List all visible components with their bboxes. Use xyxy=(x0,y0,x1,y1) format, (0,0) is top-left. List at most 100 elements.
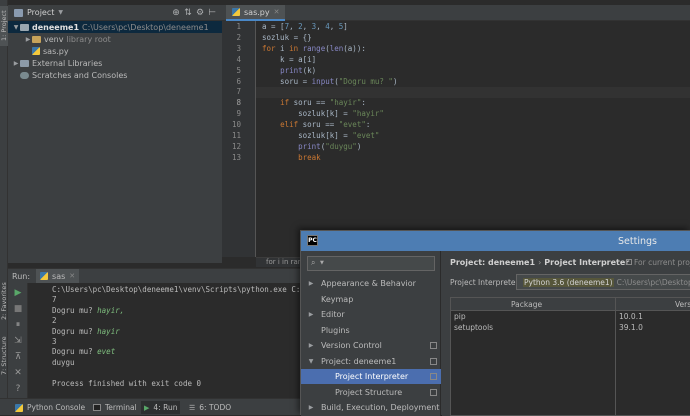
editor-tab-sas[interactable]: sas.py ✕ xyxy=(226,5,286,21)
console-line: Dogru mu? hayir xyxy=(52,327,300,337)
run-tool-label: 4: Run xyxy=(153,403,178,412)
package-table[interactable]: Package Version pip 10.0.1 setuptools 39.1.… xyxy=(450,297,690,416)
interpreter-select[interactable]: Python 3.6 (deneeme1) C:\Users\pc\Deskto… xyxy=(516,274,690,290)
chevron-down-icon: ▼ xyxy=(308,357,314,365)
package-name: pip xyxy=(454,312,466,321)
settings-nav-item[interactable]: ▶ Appearance & Behavior xyxy=(301,276,441,291)
pin-icon[interactable]: ⊼ xyxy=(12,351,24,363)
settings-nav-item[interactable]: ▶ Build, Execution, Deployment xyxy=(301,400,441,415)
line-number: 3 xyxy=(236,43,241,53)
todo-button[interactable]: ☰ 6: TODO xyxy=(186,401,234,414)
structure-tool-tab[interactable]: 7: Structure xyxy=(0,334,8,378)
run-console[interactable]: C:\Users\pc\Desktop\deneeme1\venv\Script… xyxy=(28,283,300,398)
chevron-down-icon[interactable]: ▼ xyxy=(12,24,20,31)
copy-icon xyxy=(626,259,632,265)
chevron-down-icon[interactable]: ▼ xyxy=(58,9,63,16)
code-line: elif soru == "evet": xyxy=(280,120,371,130)
settings-nav-item[interactable]: ▶ Version Control xyxy=(301,338,441,353)
console-line: duygu xyxy=(52,358,300,368)
help-icon[interactable]: ? xyxy=(12,383,24,395)
python-console-button[interactable]: Python Console xyxy=(12,401,88,414)
table-row[interactable]: setuptools 39.1.0 xyxy=(451,322,690,333)
terminal-icon xyxy=(93,404,101,411)
editor-tab-label: sas.py xyxy=(244,7,270,17)
run-tab-label: sas xyxy=(52,271,66,281)
tree-item[interactable]: sas.py xyxy=(8,45,222,57)
tree-item[interactable]: ▶ venv library root xyxy=(8,33,222,45)
code-line: k = a[i] xyxy=(262,54,317,64)
close-icon[interactable]: ✕ xyxy=(12,367,24,379)
pause-icon[interactable]: ⏸ xyxy=(12,319,24,331)
collapse-all-icon[interactable]: ⇅ xyxy=(182,7,194,19)
run-tab-sas[interactable]: sas ✕ xyxy=(36,269,80,283)
settings-nav-item[interactable]: Project Interpreter xyxy=(301,369,441,384)
console-line: Dogru mu? hayir, xyxy=(52,306,300,316)
code-editor[interactable]: a = [7, 2, 3, 4, 5] sozluk = {} for i in… xyxy=(256,21,690,257)
stop-icon[interactable]: ■ xyxy=(12,303,24,315)
target-icon[interactable]: ⊕ xyxy=(170,7,182,19)
library-icon xyxy=(20,59,29,67)
console-line: 3 xyxy=(52,337,300,347)
favorites-tool-tab[interactable]: 2: Favorites xyxy=(0,282,8,320)
run-icon: ▶ xyxy=(144,403,150,412)
code-line: sozluk[k] = "evet" xyxy=(262,131,380,140)
close-icon[interactable]: ✕ xyxy=(274,8,280,16)
copy-icon xyxy=(430,388,437,396)
line-number: 10 xyxy=(231,120,241,130)
console-output: Dogru mu? xyxy=(52,326,98,336)
tree-item[interactable]: ▼ deneeme1 C:\Users\pc\Desktop\deneeme1 xyxy=(8,21,222,33)
settings-search-input[interactable]: ⌕ ▼ xyxy=(307,256,435,271)
tree-item[interactable]: Scratches and Consoles xyxy=(8,69,222,81)
rerun-icon[interactable]: ▶ xyxy=(12,287,24,299)
chevron-right-icon[interactable]: ▶ xyxy=(24,36,32,43)
package-column-header[interactable]: Package xyxy=(511,300,542,309)
chevron-down-icon: ▼ xyxy=(320,260,324,266)
tree-item-detail: C:\Users\pc\Desktop\deneeme1 xyxy=(82,22,209,32)
settings-nav-item[interactable]: Keymap xyxy=(301,292,441,307)
chevron-right-icon: ▶ xyxy=(308,342,314,349)
close-icon[interactable]: ✕ xyxy=(69,272,75,280)
table-row[interactable]: pip 10.0.1 xyxy=(451,311,690,322)
python-file-icon xyxy=(32,47,40,55)
console-user-input: hayir xyxy=(97,326,120,336)
settings-nav-item[interactable]: ▼ Project: deneeme1 xyxy=(301,354,441,369)
settings-nav-label: Version Control xyxy=(321,341,382,350)
hide-panel-icon[interactable]: ⊢ xyxy=(206,7,218,19)
console-output: 3 xyxy=(52,336,57,346)
line-number: 11 xyxy=(231,131,241,140)
settings-nav-label: Appearance & Behavior xyxy=(321,279,416,288)
package-table-body: pip 10.0.1 setuptools 39.1.0 xyxy=(451,311,690,415)
settings-title-bar[interactable]: PC Settings xyxy=(301,231,690,251)
console-line: Dogru mu? evet xyxy=(52,347,300,357)
column-divider xyxy=(615,298,616,310)
pycharm-logo-icon: PC xyxy=(307,235,318,246)
settings-nav-item[interactable]: Project Structure xyxy=(301,385,441,400)
code-line: print(k) xyxy=(280,65,317,75)
console-output: C:\Users\pc\Desktop\deneeme1\venv\Script… xyxy=(52,285,301,294)
copy-icon xyxy=(430,357,437,365)
editor-tab-bar: sas.py ✕ xyxy=(222,5,690,21)
chevron-right-icon: ▶ xyxy=(308,280,314,287)
gear-icon[interactable]: ⚙ xyxy=(194,7,206,19)
version-column-header[interactable]: Version xyxy=(675,300,690,309)
terminal-button[interactable]: Terminal xyxy=(90,401,140,414)
run-button[interactable]: ▶ 4: Run xyxy=(141,401,181,414)
left-tool-strip: 1: Project 2: Favorites 7: Structure xyxy=(0,0,8,398)
run-toolbar: ▶ ■ ⏸ ⇲ ⊼ ✕ ? xyxy=(8,283,28,398)
settings-nav-item[interactable]: Plugins xyxy=(301,323,441,338)
project-tool-tab[interactable]: 1: Project xyxy=(0,6,8,46)
python-file-icon xyxy=(232,8,240,16)
chevron-right-icon[interactable]: ▶ xyxy=(12,60,20,67)
settings-nav-item[interactable]: ▶ Editor xyxy=(301,307,441,322)
project-panel-title[interactable]: Project xyxy=(27,8,54,17)
console-line: Process finished with exit code 0 xyxy=(52,379,300,389)
console-line: 2 xyxy=(52,316,300,326)
todo-label: 6: TODO xyxy=(199,403,232,412)
restore-layout-icon[interactable]: ⇲ xyxy=(12,335,24,347)
code-line: print("duygu") xyxy=(298,141,362,151)
tree-item[interactable]: ▶ External Libraries xyxy=(8,57,222,69)
breadcrumb-separator-icon: › xyxy=(538,258,542,267)
terminal-label: Terminal xyxy=(105,403,137,412)
run-label: Run: xyxy=(12,271,31,281)
python-icon xyxy=(15,403,23,412)
